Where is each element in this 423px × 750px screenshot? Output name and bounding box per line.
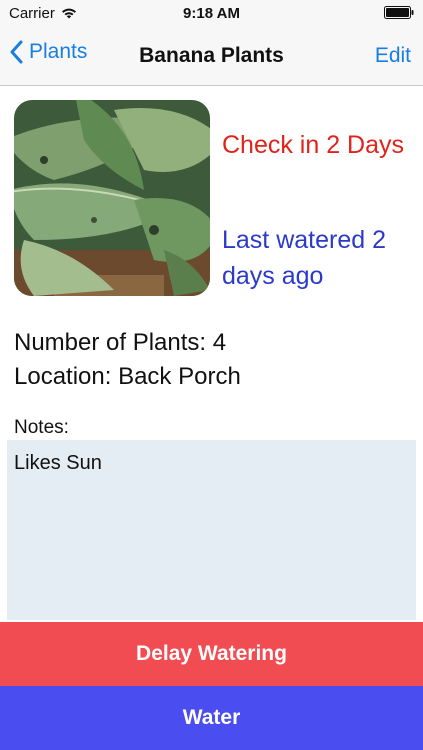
last-watered-status: Last watered 2 days ago bbox=[222, 226, 386, 290]
water-button[interactable]: Water bbox=[0, 686, 423, 750]
delay-watering-button[interactable]: Delay Watering bbox=[0, 622, 423, 686]
plant-location: Location: Back Porch bbox=[14, 363, 241, 390]
status-bar: Carrier 9:18 AM bbox=[0, 0, 423, 26]
navigation-bar: Plants Banana Plants Edit bbox=[0, 26, 423, 86]
notes-text-area[interactable]: Likes Sun bbox=[7, 440, 416, 620]
edit-button[interactable]: Edit bbox=[375, 44, 411, 68]
battery-icon bbox=[384, 6, 414, 19]
notes-text: Likes Sun bbox=[14, 452, 102, 474]
page-title: Banana Plants bbox=[139, 44, 284, 67]
plant-photo bbox=[14, 100, 210, 296]
check-in-status: Check in 2 Days bbox=[222, 131, 405, 159]
status-time: 9:18 AM bbox=[183, 5, 240, 22]
notes-label: Notes: bbox=[14, 417, 69, 438]
number-of-plants: Number of Plants: 4 bbox=[14, 329, 227, 356]
